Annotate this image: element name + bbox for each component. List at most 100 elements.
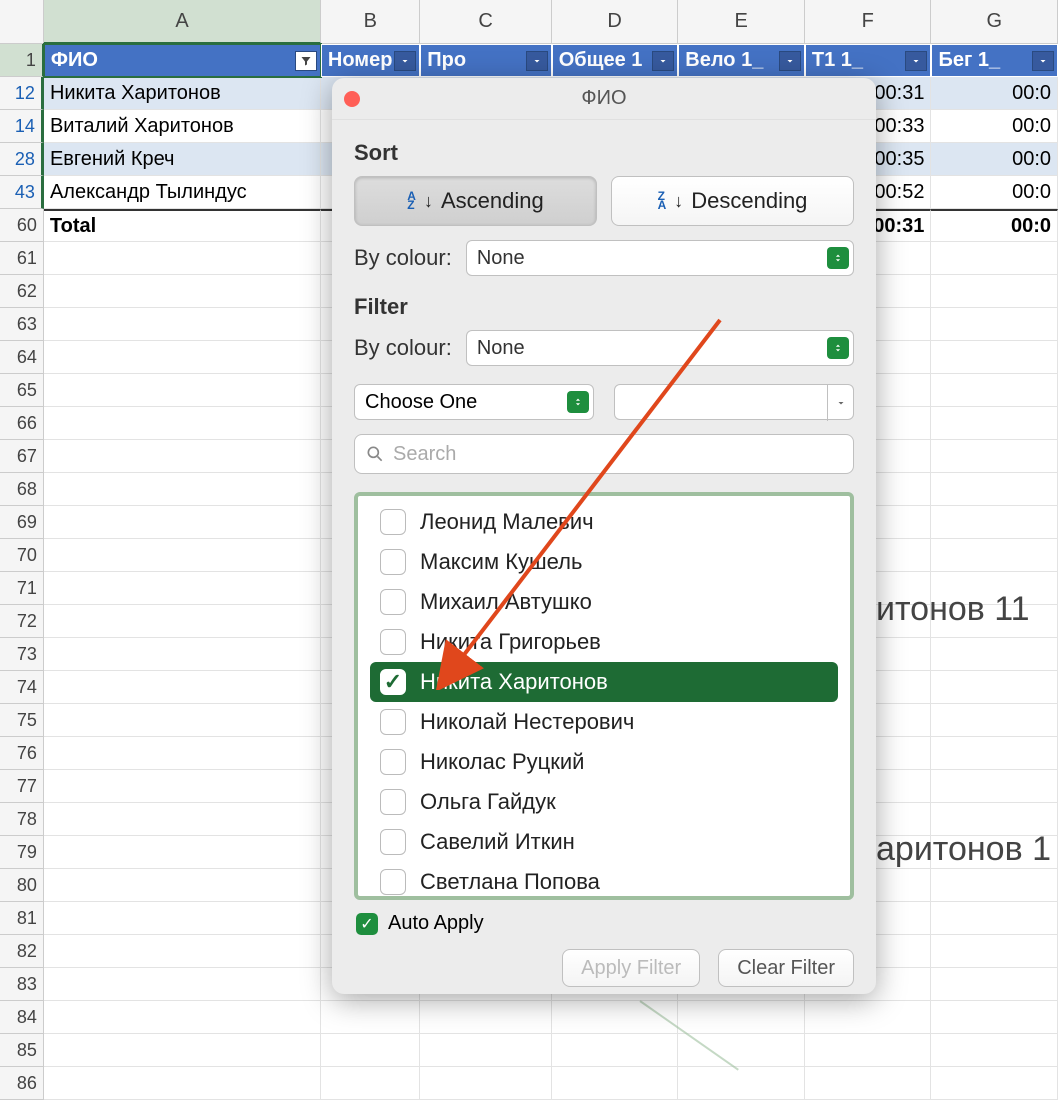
clear-filter-button[interactable]: Clear Filter xyxy=(718,949,854,987)
empty-cell[interactable] xyxy=(321,1034,420,1067)
empty-cell[interactable] xyxy=(44,869,321,902)
filter-item[interactable]: Максим Кушель xyxy=(370,542,838,582)
col-head-C[interactable]: C xyxy=(420,0,551,44)
row-head[interactable]: 65 xyxy=(0,374,44,407)
filter-item[interactable]: Леонид Малевич xyxy=(370,502,838,542)
empty-cell[interactable] xyxy=(44,242,321,275)
filter-values-list[interactable]: Леонид МалевичМаксим КушельМихаил Автушк… xyxy=(354,492,854,900)
checkbox-icon[interactable] xyxy=(380,549,406,575)
row-head[interactable]: 62 xyxy=(0,275,44,308)
empty-cell[interactable] xyxy=(44,374,321,407)
empty-cell[interactable] xyxy=(552,1001,679,1034)
row-head[interactable]: 67 xyxy=(0,440,44,473)
table-header-obshee[interactable]: Общее 1 xyxy=(552,44,679,77)
dropdown-icon[interactable] xyxy=(779,51,801,71)
empty-cell[interactable] xyxy=(931,770,1058,803)
empty-cell[interactable] xyxy=(420,1067,551,1100)
col-head-F[interactable]: F xyxy=(805,0,932,44)
table-header-t1[interactable]: T1 1_ xyxy=(805,44,932,77)
filter-search[interactable] xyxy=(354,434,854,474)
search-input[interactable] xyxy=(393,443,843,466)
checkbox-icon[interactable] xyxy=(380,589,406,615)
checkbox-icon[interactable] xyxy=(380,709,406,735)
row-head[interactable]: 69 xyxy=(0,506,44,539)
empty-cell[interactable] xyxy=(931,902,1058,935)
row-head[interactable]: 74 xyxy=(0,671,44,704)
empty-cell[interactable] xyxy=(44,902,321,935)
table-header-beg[interactable]: Бег 1_ xyxy=(931,44,1058,77)
row-head[interactable]: 84 xyxy=(0,1001,44,1034)
cell-fio[interactable]: Никита Харитонов xyxy=(44,77,321,110)
empty-cell[interactable] xyxy=(44,935,321,968)
empty-cell[interactable] xyxy=(931,935,1058,968)
filter-item[interactable]: Никита Григорьев xyxy=(370,622,838,662)
empty-cell[interactable] xyxy=(44,803,321,836)
empty-cell[interactable] xyxy=(44,440,321,473)
empty-cell[interactable] xyxy=(931,341,1058,374)
dropdown-icon[interactable] xyxy=(394,51,416,71)
table-header-fio[interactable]: ФИО xyxy=(44,44,321,77)
cell-fio[interactable]: Евгений Креч xyxy=(44,143,321,176)
sort-ascending-button[interactable]: AZ ↓ Ascending xyxy=(354,176,597,226)
empty-cell[interactable] xyxy=(805,1067,932,1100)
empty-cell[interactable] xyxy=(44,275,321,308)
empty-cell[interactable] xyxy=(552,1067,679,1100)
empty-cell[interactable] xyxy=(420,1034,551,1067)
filter-item[interactable]: Светлана Попова xyxy=(370,862,838,900)
empty-cell[interactable] xyxy=(678,1001,805,1034)
dropdown-icon[interactable] xyxy=(526,51,548,71)
row-head[interactable]: 43 xyxy=(0,176,44,209)
filter-item[interactable]: Никита Харитонов xyxy=(370,662,838,702)
col-head-A[interactable]: A xyxy=(44,0,321,44)
row-head[interactable]: 86 xyxy=(0,1067,44,1100)
empty-cell[interactable] xyxy=(931,440,1058,473)
table-header-nomer[interactable]: Номер xyxy=(321,44,420,77)
cell-fio[interactable]: Виталий Харитонов xyxy=(44,110,321,143)
row-head[interactable]: 82 xyxy=(0,935,44,968)
empty-cell[interactable] xyxy=(44,506,321,539)
checkbox-icon[interactable] xyxy=(380,749,406,775)
empty-cell[interactable] xyxy=(420,1001,551,1034)
empty-cell[interactable] xyxy=(44,968,321,1001)
checkbox-icon[interactable] xyxy=(380,869,406,895)
empty-cell[interactable] xyxy=(931,275,1058,308)
filter-value-combo[interactable] xyxy=(614,384,854,420)
row-head[interactable]: 77 xyxy=(0,770,44,803)
empty-cell[interactable] xyxy=(44,1067,321,1100)
empty-cell[interactable] xyxy=(931,968,1058,1001)
row-head[interactable]: 64 xyxy=(0,341,44,374)
sort-colour-select[interactable]: None xyxy=(466,240,854,276)
row-head[interactable]: 75 xyxy=(0,704,44,737)
empty-cell[interactable] xyxy=(931,704,1058,737)
empty-cell[interactable] xyxy=(44,572,321,605)
col-head-E[interactable]: E xyxy=(678,0,805,44)
empty-cell[interactable] xyxy=(931,242,1058,275)
checkbox-icon[interactable] xyxy=(380,629,406,655)
row-head[interactable]: 71 xyxy=(0,572,44,605)
filter-dropdown-icon[interactable] xyxy=(295,51,317,71)
filter-colour-select[interactable]: None xyxy=(466,330,854,366)
col-head-G[interactable]: G xyxy=(931,0,1058,44)
checkbox-icon[interactable] xyxy=(380,789,406,815)
checkbox-icon[interactable] xyxy=(380,829,406,855)
table-header-pro[interactable]: Про xyxy=(420,44,551,77)
dropdown-icon[interactable] xyxy=(652,51,674,71)
empty-cell[interactable] xyxy=(321,1067,420,1100)
cell-beg[interactable]: 00:0 xyxy=(931,77,1058,110)
empty-cell[interactable] xyxy=(931,671,1058,704)
empty-cell[interactable] xyxy=(44,1001,321,1034)
filter-item[interactable]: Савелий Иткин xyxy=(370,822,838,862)
empty-cell[interactable] xyxy=(44,836,321,869)
empty-cell[interactable] xyxy=(805,1001,932,1034)
cell-total-beg[interactable]: 00:0 xyxy=(931,209,1058,242)
empty-cell[interactable] xyxy=(44,671,321,704)
row-head[interactable]: 80 xyxy=(0,869,44,902)
cell-beg[interactable]: 00:0 xyxy=(931,176,1058,209)
empty-cell[interactable] xyxy=(44,308,321,341)
cell-beg[interactable]: 00:0 xyxy=(931,110,1058,143)
cell-total-label[interactable]: Total xyxy=(44,209,321,242)
chevron-down-icon[interactable] xyxy=(827,385,853,421)
filter-item[interactable]: Ольга Гайдук xyxy=(370,782,838,822)
table-header-velo[interactable]: Вело 1_ xyxy=(678,44,805,77)
dropdown-icon[interactable] xyxy=(1032,51,1054,71)
